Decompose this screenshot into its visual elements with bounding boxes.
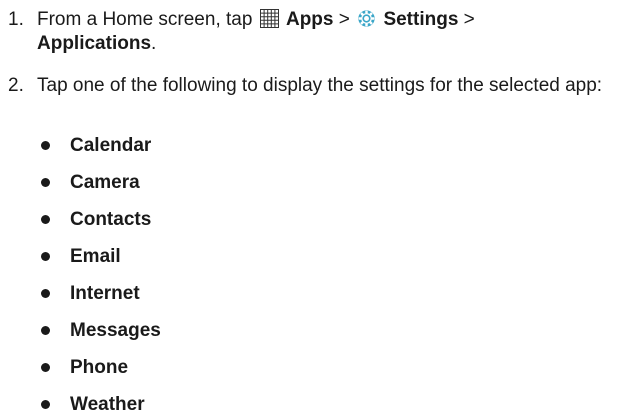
app-name: Calendar [70,135,152,156]
settings-label: Settings [383,9,459,30]
applications-label: Applications [37,32,152,54]
step-2-text: Tap one of the following to display the … [37,75,603,96]
bullet-icon [41,215,50,224]
list-item: Calendar [0,134,619,158]
bullet-icon [41,363,50,372]
bullet-icon [41,289,50,298]
app-name: Internet [70,283,140,304]
apps-grid-icon [259,9,279,28]
step-number: 2. [8,75,24,96]
app-name: Messages [70,320,161,341]
app-name: Email [70,246,121,267]
apps-label: Apps [285,9,334,30]
list-item: Messages [0,319,619,343]
step-1-text: From a Home screen, tap Apps > Settings … [37,8,615,56]
settings-gear-icon [358,10,375,27]
list-item: Phone [0,356,619,380]
list-item: Weather [0,393,619,417]
menu-separator: > [463,9,475,30]
app-name: Weather [70,394,145,415]
bullet-icon [41,252,50,261]
list-item: Camera [0,171,619,195]
list-item: Internet [0,282,619,306]
list-item: Email [0,245,619,269]
bullet-icon [41,178,50,187]
app-name: Contacts [70,209,152,230]
step-number: 1. [8,9,24,30]
app-name: Camera [70,172,140,193]
app-name: Phone [70,357,129,378]
menu-separator: > [338,9,350,30]
step-1-period: . [151,32,157,54]
list-item: Contacts [0,208,619,232]
bullet-icon [41,141,50,150]
bullet-icon [41,400,50,409]
bullet-icon [41,326,50,335]
step-1-intro: From a Home screen, tap [37,9,253,30]
